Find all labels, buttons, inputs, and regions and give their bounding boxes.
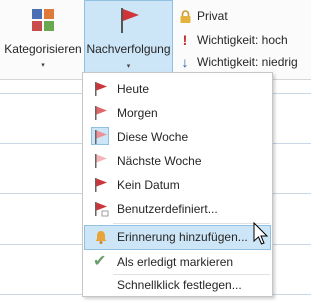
menu-item-heute[interactable]: Heute bbox=[84, 77, 271, 101]
menu-separator bbox=[113, 223, 270, 224]
menu-item-morgen[interactable]: Morgen bbox=[84, 101, 271, 125]
menu-item-benutzerdefiniert[interactable]: Benutzerdefiniert... bbox=[84, 197, 271, 221]
privat-label: Privat bbox=[197, 9, 228, 23]
flag-custom-icon bbox=[95, 202, 109, 217]
kategorisieren-button[interactable]: Kategorisieren ▾ bbox=[2, 0, 84, 76]
kategorisieren-label: Kategorisieren bbox=[4, 42, 82, 56]
flag-icon bbox=[95, 154, 107, 168]
menu-item-naechste-woche[interactable]: Nächste Woche bbox=[84, 149, 271, 173]
bell-icon bbox=[95, 231, 107, 244]
chevron-down-icon: ▾ bbox=[41, 62, 45, 69]
nachverfolgung-label: Nachverfolgung bbox=[86, 42, 171, 56]
menu-item-label: Erinnerung hinzufügen... bbox=[117, 230, 248, 244]
wichtigkeit-niedrig-button[interactable]: ↓ Wichtigkeit: niedrig bbox=[179, 52, 298, 72]
menu-item-label: Benutzerdefiniert... bbox=[117, 202, 218, 216]
menu-item-erinnerung-hinzufuegen[interactable]: Erinnerung hinzufügen... bbox=[84, 225, 271, 250]
menu-item-label: Heute bbox=[117, 82, 150, 96]
wichtigkeit-hoch-label: Wichtigkeit: hoch bbox=[197, 33, 288, 47]
exclamation-icon: ! bbox=[182, 32, 188, 48]
nachverfolgung-menu: Heute Morgen Diese Woche Nächste Woche K… bbox=[82, 72, 273, 297]
menu-item-schnellklick-festlegen[interactable]: Schnellklick festlegen... bbox=[84, 273, 271, 297]
flag-icon bbox=[95, 106, 107, 120]
menu-item-label: Kein Datum bbox=[117, 178, 180, 192]
privat-button[interactable]: Privat bbox=[179, 6, 228, 26]
menu-item-diese-woche[interactable]: Diese Woche bbox=[84, 125, 271, 149]
flag-icon bbox=[121, 8, 139, 33]
wichtigkeit-hoch-button[interactable]: ! Wichtigkeit: hoch bbox=[179, 30, 288, 50]
arrow-down-icon: ↓ bbox=[181, 54, 189, 70]
checkmark-icon: ✔ bbox=[93, 253, 107, 270]
menu-item-als-erledigt-markieren[interactable]: ✔ Als erledigt markieren bbox=[84, 250, 271, 274]
category-grid-icon bbox=[32, 9, 54, 31]
menu-item-label: Diese Woche bbox=[117, 130, 189, 144]
wichtigkeit-niedrig-label: Wichtigkeit: niedrig bbox=[197, 55, 298, 69]
chevron-down-icon: ▾ bbox=[126, 63, 131, 70]
menu-item-kein-datum[interactable]: Kein Datum bbox=[84, 173, 271, 197]
mouse-pointer-icon bbox=[253, 222, 269, 245]
lock-icon bbox=[179, 9, 191, 23]
menu-item-label: Nächste Woche bbox=[117, 154, 202, 168]
menu-item-label: Morgen bbox=[117, 106, 158, 120]
menu-item-label: Schnellklick festlegen... bbox=[117, 278, 242, 292]
flag-icon bbox=[95, 130, 107, 144]
flag-icon bbox=[95, 82, 107, 96]
menu-item-label: Als erledigt markieren bbox=[117, 255, 234, 269]
nachverfolgung-button[interactable]: Nachverfolgung ▾ bbox=[84, 0, 173, 76]
flag-icon bbox=[95, 178, 107, 192]
